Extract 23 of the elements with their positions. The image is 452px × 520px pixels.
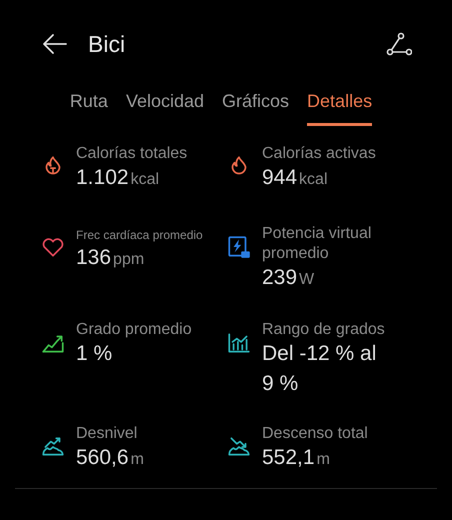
metric-value: 560,6 m bbox=[76, 445, 145, 471]
back-icon[interactable] bbox=[42, 33, 68, 55]
tab[interactable]: Ruta bbox=[70, 88, 108, 126]
metric-label: Frec cardíaca promedio bbox=[76, 227, 203, 244]
metric-value: 552,1 m bbox=[262, 445, 331, 471]
metric-label: Calorías totales bbox=[76, 144, 188, 164]
page-title: Bici bbox=[88, 30, 126, 59]
tab[interactable]: Detalles bbox=[307, 88, 372, 126]
metric-value: 1 % bbox=[76, 341, 114, 367]
share-icon[interactable] bbox=[386, 32, 412, 56]
metric-value: Del -12 % al 9 % bbox=[262, 341, 378, 397]
metric-value: 944 kcal bbox=[262, 165, 328, 191]
tab[interactable]: Velocidad bbox=[126, 88, 204, 126]
metric-value: 239W bbox=[262, 265, 316, 291]
metric-label: Grado promedio bbox=[76, 320, 193, 340]
metric-label: Descenso total bbox=[262, 424, 369, 444]
tab[interactable]: Gráficos bbox=[222, 88, 290, 126]
metric-label: Desnivel bbox=[76, 424, 138, 444]
metric-label: Rango de grados bbox=[262, 320, 386, 340]
metric-label: Calorías activas bbox=[262, 144, 377, 164]
metric-value: 1.102 kcal bbox=[76, 165, 160, 191]
metric-label: Potencia virtual promedio bbox=[262, 224, 372, 264]
metric-value: 136 ppm bbox=[76, 245, 146, 271]
